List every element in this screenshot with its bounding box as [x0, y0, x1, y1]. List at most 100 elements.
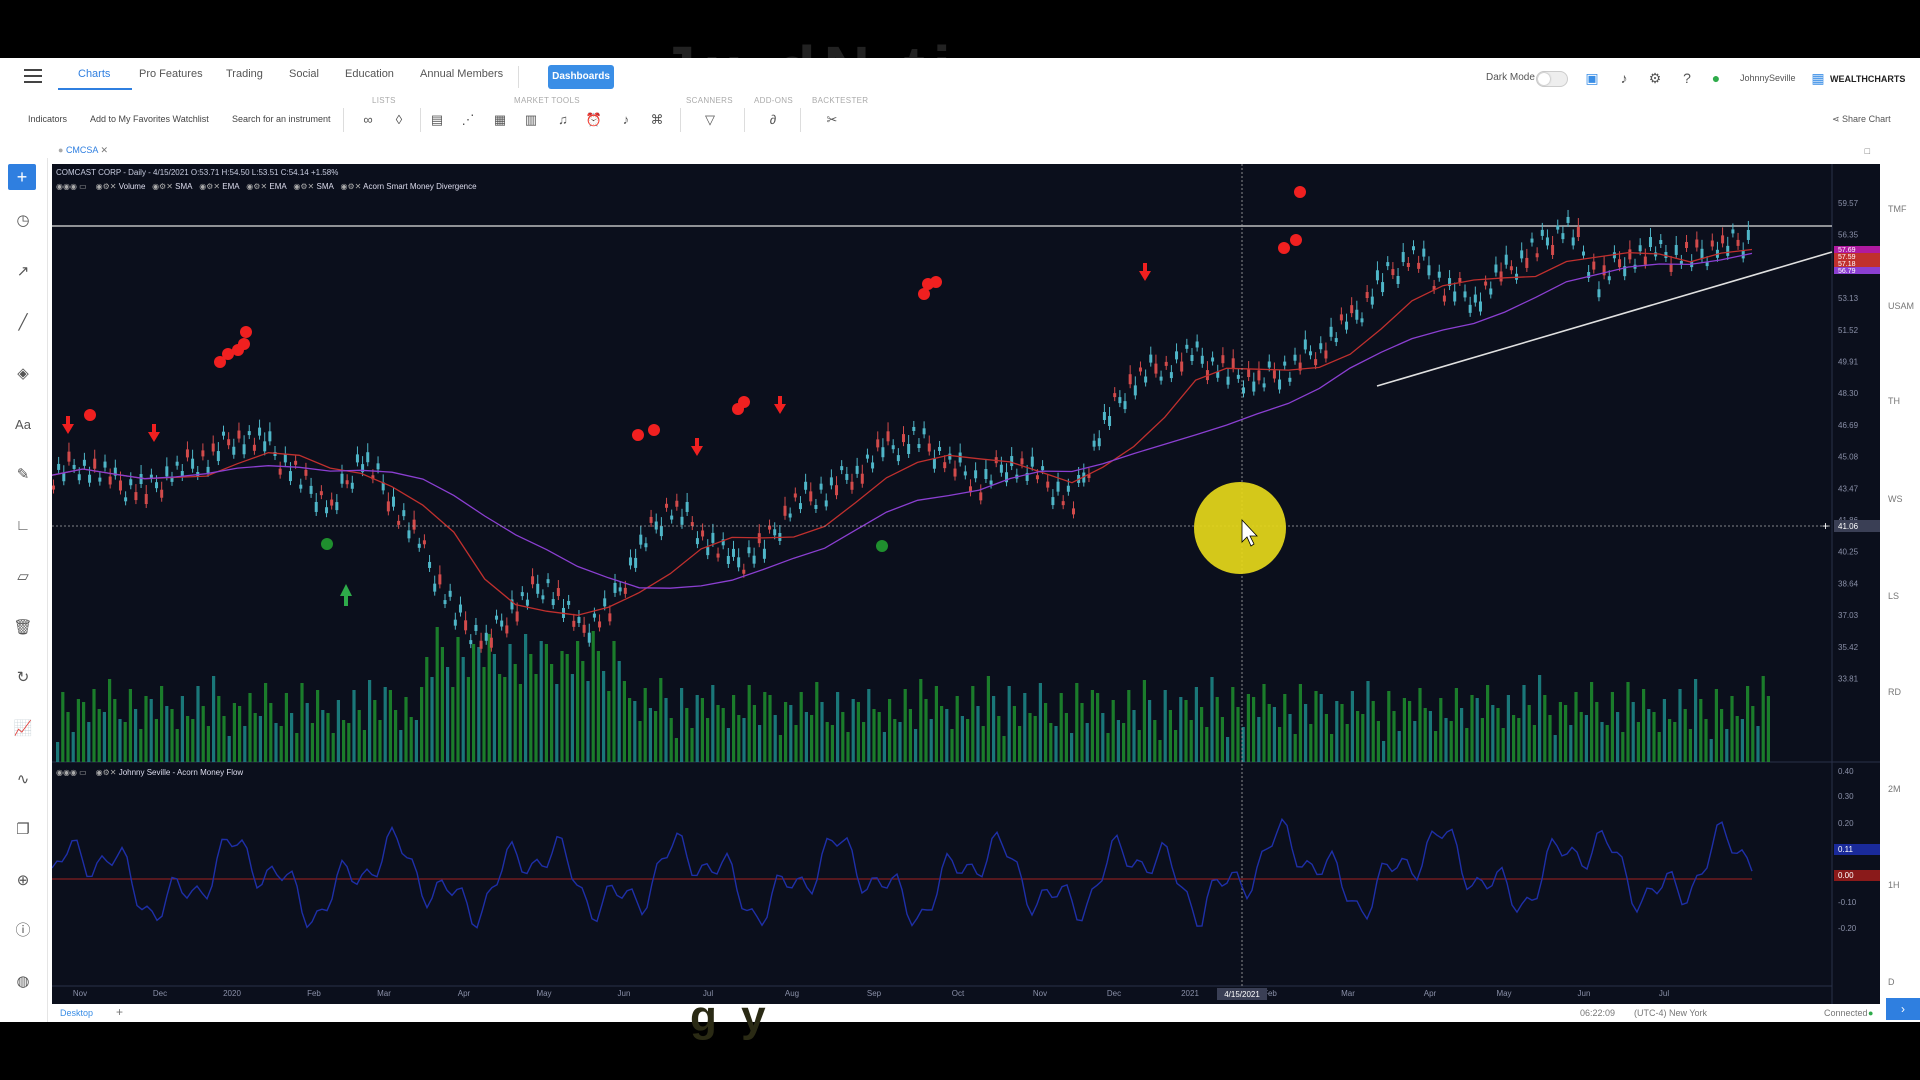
filter-icon[interactable]: ▽: [701, 111, 719, 129]
tab-education[interactable]: Education: [345, 68, 394, 80]
news-icon[interactable]: ▤: [428, 111, 446, 129]
volume-bar: [1558, 702, 1562, 762]
price-chart-svg[interactable]: 59.5756.3554.7453.1351.5249.9148.3046.69…: [52, 164, 1880, 1004]
tab-annual-members[interactable]: Annual Members: [420, 68, 503, 80]
gear-icon[interactable]: ⚙: [1647, 70, 1663, 86]
ruler-icon[interactable]: ▱: [12, 566, 34, 588]
alarm-icon[interactable]: ⏰: [585, 111, 603, 129]
tab-social[interactable]: Social: [289, 68, 319, 80]
add-icon[interactable]: +: [8, 164, 36, 190]
indicator-controls-icon[interactable]: ◉⚙✕: [246, 182, 267, 191]
chart-area[interactable]: 59.5756.3554.7453.1351.5249.9148.3046.69…: [52, 164, 1880, 1004]
alert-icon[interactable]: ♫: [554, 111, 572, 129]
indicator-sma-2[interactable]: SMA: [317, 182, 334, 191]
panel-controls-icon[interactable]: ◉◉◉ ▭ ◉⚙✕: [56, 768, 116, 777]
volume-bar: [1158, 740, 1162, 762]
instrument-search[interactable]: Search for an instrument: [232, 114, 331, 124]
right-label[interactable]: USAM: [1888, 301, 1914, 311]
indicator-sma[interactable]: SMA: [175, 182, 192, 191]
right-label[interactable]: D: [1888, 977, 1895, 987]
indicator-controls-icon[interactable]: ◉⚙✕: [341, 182, 362, 191]
add-watchlist-button[interactable]: Add to My Favorites Watchlist: [90, 114, 209, 124]
network-icon[interactable]: ⌘: [648, 111, 666, 129]
backtest-icon[interactable]: ✂: [823, 111, 841, 129]
volume-bar: [591, 631, 595, 762]
tab-charts[interactable]: Charts: [78, 68, 110, 80]
indicator-controls-icon[interactable]: ◉⚙✕: [96, 182, 117, 191]
candle-body: [495, 615, 499, 620]
info-icon[interactable]: ⓘ: [12, 920, 34, 942]
trash-icon[interactable]: 🗑: [12, 617, 34, 639]
candle-body: [984, 469, 988, 480]
right-label[interactable]: 1H: [1888, 880, 1900, 890]
volume-bar: [1350, 691, 1354, 762]
pencil-icon[interactable]: ✎: [12, 464, 34, 486]
close-icon[interactable]: ✕: [98, 145, 108, 155]
indicator-controls-icon[interactable]: ◉⚙✕: [199, 182, 220, 191]
time-axis-label: 2020: [223, 989, 241, 998]
indicator-acorn-smd[interactable]: Acorn Smart Money Divergence: [363, 182, 476, 191]
expand-panel-button[interactable]: ›: [1886, 998, 1920, 1020]
right-label[interactable]: 2M: [1888, 784, 1901, 794]
path-icon[interactable]: ∿: [12, 769, 34, 791]
clock-icon[interactable]: ◷: [12, 210, 34, 232]
text-icon[interactable]: Aa: [12, 414, 34, 436]
indicator-controls-icon[interactable]: ◉⚙✕: [152, 182, 173, 191]
indicator-ema[interactable]: EMA: [222, 182, 239, 191]
candle-body: [943, 462, 947, 469]
crosshair-icon[interactable]: ⊕: [12, 870, 34, 892]
scatter-icon[interactable]: ⋰: [459, 111, 477, 129]
username[interactable]: JohnnySeville: [1740, 73, 1796, 83]
volume-bar: [1636, 722, 1640, 762]
save-icon[interactable]: ▣: [1584, 70, 1600, 86]
shapes-icon[interactable]: ◈: [12, 363, 34, 385]
timezone[interactable]: (UTC-4) New York: [1634, 1008, 1707, 1018]
panel-controls-icon[interactable]: ◉◉◉ ▭: [56, 182, 93, 191]
candle-body: [443, 600, 447, 605]
link-icon[interactable]: ∂: [764, 111, 782, 129]
right-label[interactable]: LS: [1888, 591, 1899, 601]
volume-bar: [825, 722, 829, 762]
volume-bar: [232, 703, 236, 762]
help-icon[interactable]: ?: [1679, 70, 1695, 86]
glasses-icon[interactable]: ∞: [359, 111, 377, 129]
layers-icon[interactable]: ❐: [12, 819, 34, 841]
dashboards-button[interactable]: Dashboards: [548, 65, 614, 89]
tab-pro-features[interactable]: Pro Features: [139, 68, 203, 80]
volume-bar: [92, 689, 96, 762]
share-chart-button[interactable]: ⋖ Share Chart: [1832, 114, 1891, 125]
calculator-icon[interactable]: ▥: [522, 111, 540, 129]
indicators-button[interactable]: Indicators: [28, 114, 67, 124]
candle-body: [1561, 233, 1565, 240]
candle-body: [1746, 229, 1750, 240]
desktop-tab[interactable]: Desktop: [60, 1008, 93, 1018]
tab-trading[interactable]: Trading: [226, 68, 263, 80]
volume-bar: [316, 690, 320, 762]
calendar-icon[interactable]: ▦: [491, 111, 509, 129]
volume-bar: [144, 696, 148, 762]
add-desktop-icon[interactable]: +: [116, 1005, 123, 1019]
volume-bar: [1361, 714, 1365, 762]
flame-icon[interactable]: ◊: [390, 111, 408, 129]
right-label[interactable]: TH: [1888, 396, 1900, 406]
chart-tab-cmcsa[interactable]: ● CMCSA ✕: [58, 145, 108, 156]
globe-icon[interactable]: ◍: [12, 971, 34, 993]
candle-body: [896, 455, 900, 462]
trend-icon[interactable]: ↗: [12, 261, 34, 283]
indicator-volume[interactable]: Volume: [119, 182, 146, 191]
bell-icon[interactable]: ♪: [1616, 70, 1632, 86]
chart-icon[interactable]: 📈: [12, 718, 34, 740]
right-label[interactable]: TMF: [1888, 204, 1907, 214]
refresh-icon[interactable]: ↻: [12, 667, 34, 689]
angle-icon[interactable]: ∟: [12, 515, 34, 537]
right-label[interactable]: RD: [1888, 687, 1901, 697]
location-pin-icon[interactable]: ●: [1708, 70, 1724, 86]
line-icon[interactable]: ╱: [12, 312, 34, 334]
menu-icon[interactable]: [24, 69, 42, 83]
right-label[interactable]: WS: [1888, 494, 1903, 504]
dark-mode-toggle[interactable]: [1536, 71, 1568, 87]
indicator-ema-2[interactable]: EMA: [269, 182, 286, 191]
bell-alert-icon[interactable]: ♪: [617, 111, 635, 129]
maximize-icon[interactable]: □: [1865, 146, 1870, 156]
indicator-controls-icon[interactable]: ◉⚙✕: [293, 182, 314, 191]
